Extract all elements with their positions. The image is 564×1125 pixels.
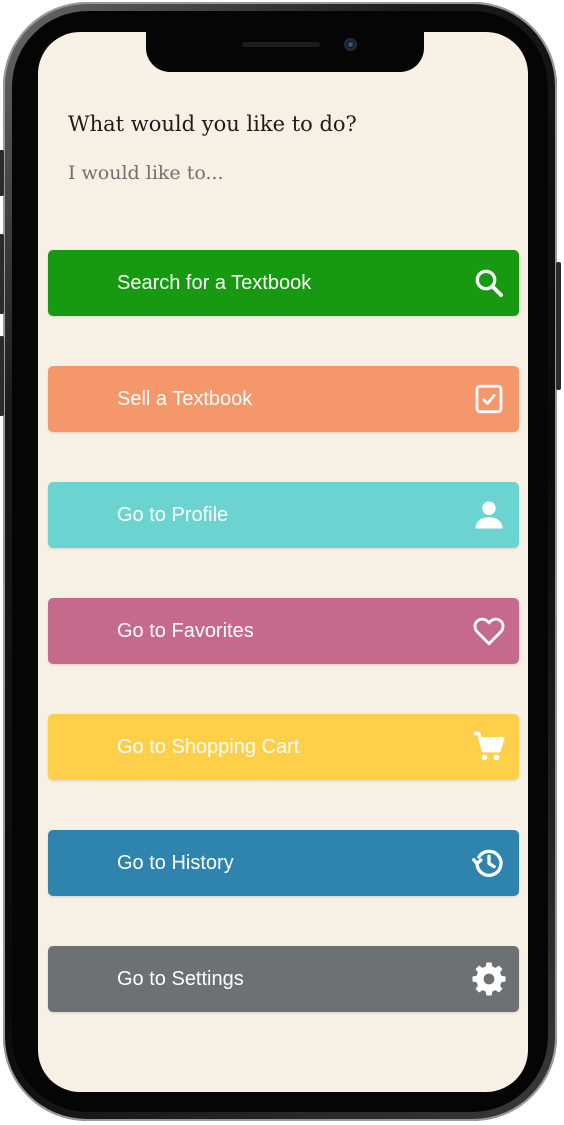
favorites-button[interactable]: Go to Favorites <box>48 598 519 664</box>
profile-label: Go to Profile <box>117 504 229 526</box>
profile-button[interactable]: Go to Profile <box>48 482 519 548</box>
person-icon <box>471 497 507 533</box>
favorites-label: Go to Favorites <box>117 620 254 642</box>
history-label: Go to History <box>117 852 234 874</box>
settings-button[interactable]: Go to Settings <box>48 946 519 1012</box>
search-textbook-button[interactable]: Search for a Textbook <box>48 250 519 316</box>
gear-icon <box>471 961 507 997</box>
action-list: Search for a Textbook Sell a Textbook Go… <box>48 250 519 1062</box>
settings-label: Go to Settings <box>117 968 244 990</box>
shopping-cart-button[interactable]: Go to Shopping Cart <box>48 714 519 780</box>
heart-icon <box>471 613 507 649</box>
app-screen: What would you like to do? I would like … <box>38 32 528 1092</box>
volume-up-button <box>0 234 4 314</box>
power-button <box>556 262 561 390</box>
checkbox-icon <box>471 381 507 417</box>
cart-icon <box>471 729 507 765</box>
search-textbook-label: Search for a Textbook <box>117 272 312 294</box>
notch <box>146 32 424 72</box>
history-icon <box>471 845 507 881</box>
sell-textbook-button[interactable]: Sell a Textbook <box>48 366 519 432</box>
front-camera <box>344 38 357 51</box>
page-title: What would you like to do? <box>68 112 357 136</box>
mute-switch <box>0 150 4 196</box>
page-subtitle: I would like to... <box>68 162 224 184</box>
speaker-grille <box>242 42 320 47</box>
volume-down-button <box>0 336 4 416</box>
shopping-cart-label: Go to Shopping Cart <box>117 736 300 758</box>
search-icon <box>471 265 507 301</box>
history-button[interactable]: Go to History <box>48 830 519 896</box>
sell-textbook-label: Sell a Textbook <box>117 388 253 410</box>
